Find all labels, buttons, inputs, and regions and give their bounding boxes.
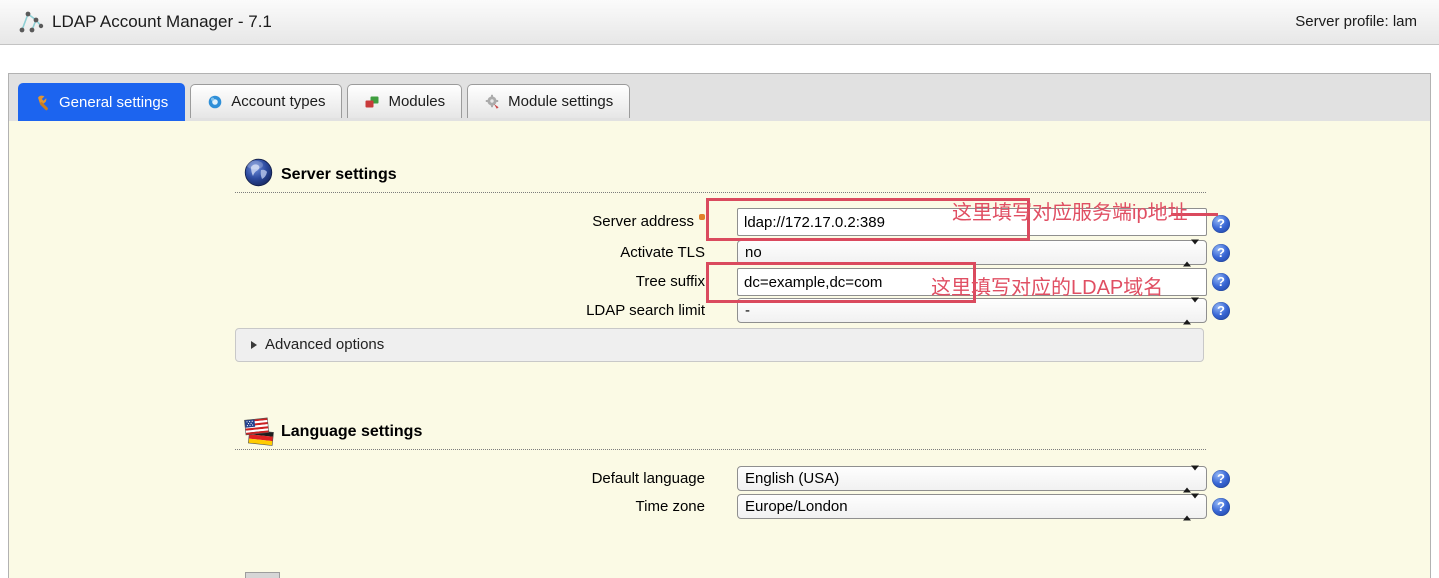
annotation-note-tree-suffix: 这里填写对应的LDAP域名 [931, 271, 1163, 300]
tab-label: Account types [231, 93, 325, 110]
advanced-options-accordion[interactable]: Advanced options [235, 328, 1204, 362]
server-settings-header: Server settings [235, 156, 1206, 193]
help-icon[interactable]: ? [1212, 302, 1230, 320]
select-arrows-icon [1183, 495, 1199, 518]
app-title: LDAP Account Manager - 7.1 [52, 0, 272, 44]
modules-icon [364, 94, 380, 110]
globe-icon [244, 158, 273, 187]
select-arrows-icon [1183, 241, 1199, 264]
flags-icon [244, 417, 276, 447]
tab-label: Module settings [508, 93, 613, 110]
account-types-icon [207, 94, 223, 110]
section-title: Language settings [281, 413, 422, 451]
time-zone-select[interactable]: Europe/London [737, 494, 1207, 519]
select-arrows-icon [1183, 467, 1199, 490]
tab-general-settings[interactable]: General settings [18, 83, 185, 121]
section-title: Server settings [281, 156, 397, 194]
server-profile-label: Server profile: lam [1295, 0, 1417, 44]
lam-logo-icon [16, 9, 44, 36]
required-marker-icon [699, 214, 705, 220]
tab-label: General settings [59, 94, 168, 111]
default-language-label: Default language [235, 466, 705, 491]
help-icon[interactable]: ? [1212, 244, 1230, 262]
tree-suffix-label: Tree suffix [235, 267, 705, 297]
lam-configuration-page: LDAP Account Manager - 7.1 Server profil… [0, 0, 1439, 578]
help-icon[interactable]: ? [1212, 215, 1230, 233]
cutoff-element [245, 572, 280, 578]
ldap-search-limit-label: LDAP search limit [235, 298, 705, 323]
server-address-label: Server address [235, 207, 705, 237]
annotation-note-server-address: 这里填写对应服务端ip地址 [952, 196, 1188, 225]
tab-account-types[interactable]: Account types [190, 84, 342, 118]
module-settings-icon [484, 94, 500, 110]
select-arrows-icon [1183, 299, 1199, 322]
chevron-right-icon [251, 341, 257, 349]
advanced-options-label: Advanced options [265, 336, 384, 353]
default-language-select[interactable]: English (USA) [737, 466, 1207, 491]
language-settings-header: Language settings [235, 413, 1206, 450]
tab-label: Modules [388, 93, 445, 110]
select-value: - [745, 302, 750, 319]
select-value: Europe/London [745, 498, 848, 515]
time-zone-label: Time zone [235, 494, 705, 519]
tab-module-settings[interactable]: Module settings [467, 84, 630, 118]
help-icon[interactable]: ? [1212, 273, 1230, 291]
tab-strip: General settings Account types Modules [9, 74, 1430, 121]
tab-modules[interactable]: Modules [347, 84, 462, 118]
select-value: no [745, 244, 762, 261]
help-icon[interactable]: ? [1212, 498, 1230, 516]
activate-tls-label: Activate TLS [235, 240, 705, 265]
wrench-icon [35, 95, 51, 111]
select-value: English (USA) [745, 470, 839, 487]
header-bar: LDAP Account Manager - 7.1 Server profil… [0, 0, 1439, 45]
help-icon[interactable]: ? [1212, 470, 1230, 488]
